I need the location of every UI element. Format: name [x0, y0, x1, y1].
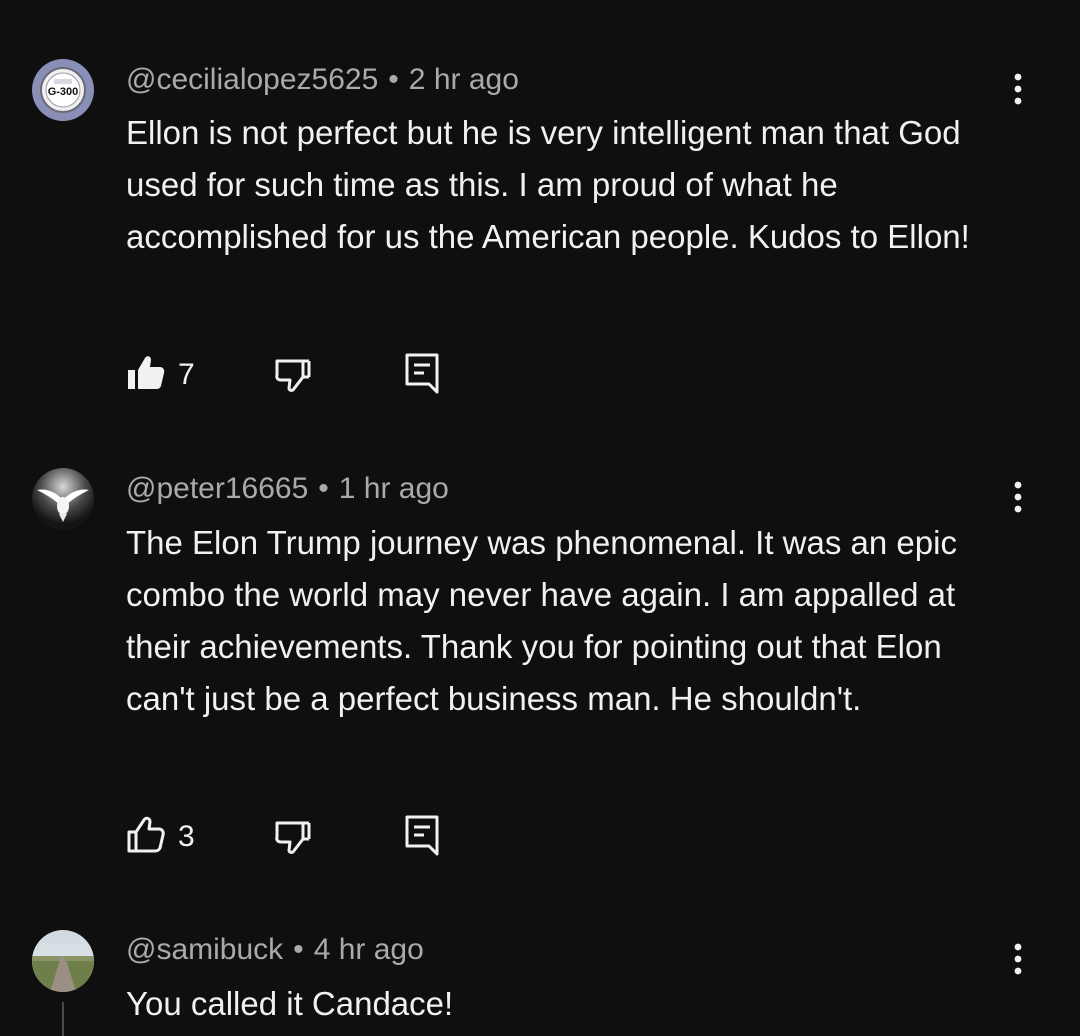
comment-text: You called it Candace!	[126, 985, 454, 1022]
like-count: 3	[178, 820, 195, 853]
meta-separator: •	[318, 472, 329, 505]
reply-icon	[402, 351, 442, 400]
comment-time: 1 hr ago	[338, 472, 449, 505]
thumbs-down-icon	[273, 815, 313, 860]
more-vertical-icon	[1013, 942, 1023, 981]
avatar[interactable]: G-300	[32, 59, 94, 121]
thumbs-up-icon	[126, 815, 166, 860]
thumbs-down-icon	[273, 353, 313, 398]
like-button[interactable]: 3	[126, 812, 195, 862]
comment-item: G-300 @cecilialopez5625 • 2 hr ago Ellon i…	[0, 0, 1080, 440]
author-handle[interactable]: @peter16665	[126, 472, 308, 505]
comment-time: 4 hr ago	[313, 933, 424, 966]
avatar[interactable]	[32, 930, 94, 992]
comment-meta: @peter16665 • 1 hr ago	[126, 471, 449, 507]
reply-thread-line	[62, 1002, 64, 1036]
author-handle[interactable]: @cecilialopez5625	[126, 63, 378, 96]
more-options-button[interactable]	[998, 66, 1038, 116]
comment-item: @peter16665 • 1 hr ago The Elon Trump jour…	[0, 440, 1080, 900]
more-options-button[interactable]	[998, 936, 1038, 986]
meta-separator: •	[293, 933, 304, 966]
comment-text: Ellon is not perfect but he is very inte…	[126, 114, 970, 255]
like-button[interactable]: 7	[126, 350, 195, 400]
more-vertical-icon	[1013, 480, 1023, 519]
comment-actions: 3	[120, 812, 460, 862]
reply-button[interactable]	[402, 812, 442, 862]
more-vertical-icon	[1013, 72, 1023, 111]
comment-meta: @cecilialopez5625 • 2 hr ago	[126, 62, 519, 98]
reply-button[interactable]	[402, 350, 442, 400]
dislike-button[interactable]	[273, 350, 313, 400]
comment-actions: 7	[120, 350, 460, 400]
reply-icon	[402, 813, 442, 862]
thumbs-up-icon	[126, 353, 166, 398]
avatar-logo-text: G-300	[48, 86, 79, 98]
author-handle[interactable]: @samibuck	[126, 933, 283, 966]
comment-time: 2 hr ago	[408, 63, 519, 96]
more-options-button[interactable]	[998, 474, 1038, 524]
comment-item: @samibuck • 4 hr ago You called it Candace…	[0, 900, 1080, 1036]
like-count: 7	[178, 358, 195, 391]
meta-separator: •	[388, 63, 399, 96]
comment-text: The Elon Trump journey was phenomenal. I…	[126, 524, 957, 717]
comment-meta: @samibuck • 4 hr ago	[126, 932, 424, 968]
dislike-button[interactable]	[273, 812, 313, 862]
avatar[interactable]	[32, 468, 94, 530]
